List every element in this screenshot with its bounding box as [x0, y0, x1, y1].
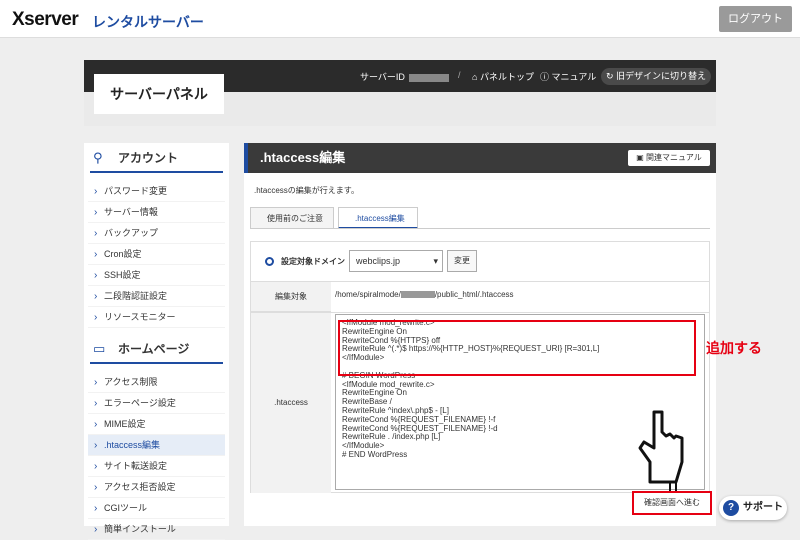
- masked-path-segment: [400, 291, 435, 299]
- change-domain-button[interactable]: 変更: [447, 250, 477, 272]
- sidebar-item-ssh[interactable]: SSH設定: [88, 265, 225, 286]
- homepage-title: ホームページ: [118, 342, 190, 356]
- old-design-button[interactable]: ↻ 旧デザインに切り替え: [601, 68, 711, 85]
- target-path: /home/spiralmode/ /public_html/.htaccess: [335, 290, 514, 299]
- sidebar: ⚲ アカウント パスワード変更 サーバー情報 バックアップ Cron設定 SSH…: [84, 143, 229, 540]
- tab-htaccess-edit[interactable]: .htaccess編集: [338, 207, 418, 229]
- header-divider: /: [458, 70, 461, 80]
- server-id: サーバーID: [360, 70, 449, 83]
- tab-htaccess-label: .htaccess編集: [355, 214, 405, 223]
- sidebar-section-homepage: ▭ ホームページ: [90, 334, 223, 364]
- server-panel-title: サーバーパネル: [94, 74, 224, 114]
- sidebar-section-account: ⚲ アカウント: [90, 143, 223, 173]
- top-bar: Xserver レンタルサーバー ログアウト: [0, 0, 800, 38]
- tab-precautions-label: 使用前のご注意: [267, 214, 323, 223]
- pointing-hand-icon: [638, 410, 684, 492]
- support-button[interactable]: ? サポート: [719, 496, 787, 520]
- support-label: サポート: [743, 502, 783, 513]
- related-manual-label: 関連マニュアル: [646, 153, 702, 162]
- tab-precautions[interactable]: 使用前のご注意: [250, 207, 334, 229]
- manual-label: マニュアル: [551, 72, 597, 82]
- panel-top-link[interactable]: ⌂ パネルトップ: [472, 70, 534, 83]
- sidebar-item-2fa[interactable]: 二段階認証設定: [88, 286, 225, 307]
- server-id-value-masked: [408, 73, 449, 82]
- sidebar-item-site-redirect[interactable]: サイト転送設定: [88, 456, 225, 477]
- target-path-pre: /home/spiralmode/: [335, 290, 401, 299]
- switch-icon: ↻: [605, 71, 614, 81]
- sidebar-item-error-page[interactable]: エラーページ設定: [88, 393, 225, 414]
- old-design-label: 旧デザインに切り替え: [616, 71, 707, 81]
- sidebar-item-access-deny[interactable]: アクセス拒否設定: [88, 477, 225, 498]
- logout-button[interactable]: ログアウト: [719, 6, 792, 32]
- sidebar-item-password[interactable]: パスワード変更: [88, 181, 225, 202]
- manual-link[interactable]: ⓘ マニュアル: [540, 70, 596, 83]
- domain-select[interactable]: webclips.jp: [349, 250, 443, 272]
- xserver-logo[interactable]: Xserver: [12, 9, 79, 31]
- home-icon: ⌂: [472, 72, 478, 82]
- sidebar-item-resource-monitor[interactable]: リソースモニター: [88, 307, 225, 328]
- callout-add-text: 追加する: [706, 340, 762, 356]
- sidebar-item-backup[interactable]: バックアップ: [88, 223, 225, 244]
- user-icon: ⚲: [93, 150, 103, 165]
- domain-row: 設定対象ドメイン webclips.jp 変更: [251, 242, 709, 282]
- domain-label: 設定対象ドメイン: [281, 257, 345, 266]
- sidebar-item-cron[interactable]: Cron設定: [88, 244, 225, 265]
- account-title: アカウント: [118, 151, 179, 165]
- page-description: .htaccessの編集が行えます。: [254, 186, 359, 195]
- help-icon: ⓘ: [540, 72, 550, 82]
- sidebar-item-easy-install[interactable]: 簡単インストール: [88, 519, 225, 540]
- logo-subtitle: レンタルサーバー: [92, 14, 204, 30]
- book-icon: ▣: [636, 153, 644, 162]
- highlight-added-code: [338, 320, 696, 376]
- panel-top-label: パネルトップ: [479, 72, 534, 82]
- radio-icon: [265, 257, 274, 266]
- sidebar-item-htaccess[interactable]: .htaccess編集: [88, 435, 225, 456]
- page-title-text: .htaccess編集: [260, 150, 346, 165]
- htaccess-label: .htaccess: [251, 313, 331, 493]
- sidebar-item-access-limit[interactable]: アクセス制限: [88, 372, 225, 393]
- sidebar-item-server-info[interactable]: サーバー情報: [88, 202, 225, 223]
- confirm-button[interactable]: 確認画面へ進む: [632, 491, 712, 515]
- sidebar-item-mime[interactable]: MIME設定: [88, 414, 225, 435]
- related-manual-button[interactable]: ▣ 関連マニュアル: [628, 150, 710, 166]
- server-id-label: サーバーID: [360, 72, 405, 82]
- target-path-post: /public_html/.htaccess: [434, 290, 514, 299]
- tab-divider: [250, 228, 710, 229]
- window-icon: ▭: [93, 341, 106, 356]
- target-label: 編集対象: [251, 282, 331, 312]
- sidebar-item-cgi[interactable]: CGIツール: [88, 498, 225, 519]
- question-icon: ?: [723, 500, 739, 516]
